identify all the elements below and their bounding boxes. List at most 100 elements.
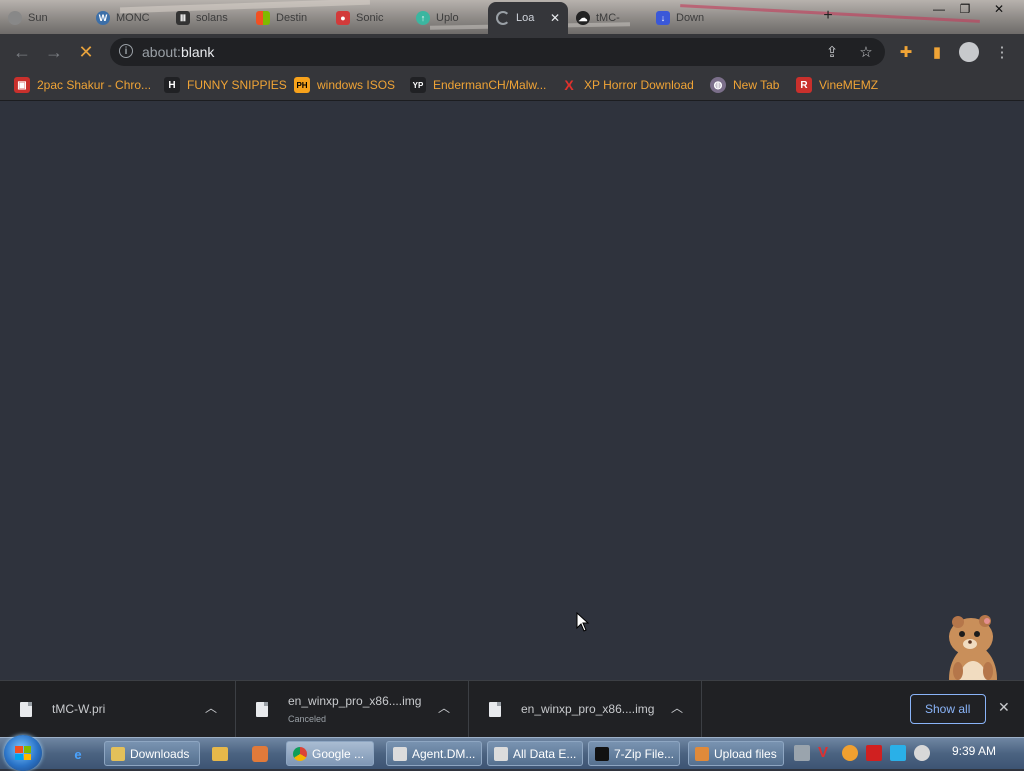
file-icon [20, 701, 32, 717]
chrome-icon [8, 11, 22, 25]
internet-explorer-icon[interactable]: e [68, 744, 88, 764]
info-icon[interactable]: i [119, 44, 133, 58]
tab[interactable]: ↓ Down [648, 4, 728, 32]
taskbar-button-active[interactable]: Google ... [286, 741, 374, 766]
profile-icon[interactable] [959, 42, 979, 62]
yp-icon: YP [410, 77, 426, 93]
download-filename: en_winxp_pro_x86....img [288, 694, 422, 708]
media-player-icon[interactable] [210, 744, 230, 764]
tab[interactable]: ☁ tMC- [568, 4, 648, 32]
bookmark-label: New Tab [733, 78, 780, 92]
tab-title: Sun [28, 12, 48, 24]
microsoft-icon [256, 11, 270, 25]
ph-icon: PH [294, 77, 310, 93]
tab[interactable]: ● Sonic [328, 4, 408, 32]
download-item[interactable]: en_winxp_pro_x86....img Canceled ︿ [236, 681, 469, 737]
bookmark-label: VineMEMZ [819, 78, 879, 92]
url-text[interactable]: about:blank [142, 44, 214, 60]
tab-title: Loa [516, 12, 535, 24]
clock[interactable]: 9:39 AM [952, 744, 996, 758]
tab-active[interactable]: Loa ✕ [488, 2, 568, 34]
taskbar-label: Agent.DM... [412, 746, 476, 761]
search-tray-icon[interactable] [842, 745, 858, 761]
download-filename: tMC-W.pri [52, 702, 106, 716]
upload-icon [695, 746, 709, 761]
chrome-icon [293, 746, 307, 761]
volume-icon[interactable] [914, 745, 930, 761]
network-icon[interactable] [890, 745, 906, 761]
back-button[interactable]: ← [10, 40, 34, 64]
bookmark-item[interactable]: H FUNNY SNIPPIES [164, 76, 287, 94]
download-icon: ↓ [656, 11, 670, 25]
tab[interactable]: W MONC [88, 4, 168, 32]
windows-logo-icon [15, 746, 31, 760]
close-tab-icon[interactable]: ✕ [550, 11, 560, 25]
extensions-icon[interactable]: ✚ [896, 42, 916, 62]
tab[interactable]: ↑ Uplo [408, 4, 488, 32]
bookmarks-bar: ▣ 2pac Shakur - Chro... H FUNNY SNIPPIES… [0, 70, 1024, 101]
maximize-button[interactable]: ❐ [950, 0, 980, 18]
download-status: Canceled [288, 714, 327, 724]
taskbar-button[interactable]: 7-Zip File... [588, 741, 680, 766]
download-item[interactable]: tMC-W.pri ︿ [0, 681, 236, 737]
bookmark-item[interactable]: ▣ 2pac Shakur - Chro... [14, 76, 151, 94]
taskbar-label: Google ... [312, 746, 365, 761]
chevron-up-icon[interactable]: ︿ [205, 699, 217, 716]
taskbar-button[interactable]: Upload files [688, 741, 784, 766]
bank-icon: Ⅲ [176, 11, 190, 25]
bookmark-star-icon[interactable]: ☆ [856, 42, 876, 62]
address-bar[interactable]: i about:blank ⇪ ☆ [110, 38, 885, 66]
flag-icon[interactable] [866, 745, 882, 761]
taskbar-label: 7-Zip File... [614, 746, 675, 761]
r-icon: R [796, 77, 812, 93]
bookmark-label: windows ISOS [317, 78, 396, 92]
tab-title: Uplo [436, 12, 459, 24]
mouse-cursor-icon [576, 612, 590, 632]
cloud-icon: ☁ [576, 11, 590, 25]
chevron-up-icon[interactable]: ︿ [671, 699, 683, 716]
chevron-up-icon[interactable]: ︿ [438, 699, 450, 716]
bookmark-item[interactable]: X XP Horror Download [561, 76, 694, 94]
taskbar-button[interactable]: All Data E... [487, 741, 583, 766]
side-panel-icon[interactable]: ▮ [927, 42, 947, 62]
tab[interactable]: Ⅲ solans [168, 4, 248, 32]
tab-title: tMC- [596, 12, 620, 24]
tab-title: Down [676, 12, 705, 24]
tray-app-icon[interactable] [794, 745, 810, 761]
antivirus-icon[interactable]: V [818, 745, 834, 761]
forward-button[interactable]: → [42, 40, 66, 64]
window-icon [494, 746, 508, 761]
bookmark-item[interactable]: ◍ New Tab [710, 76, 779, 94]
loading-icon [496, 11, 510, 25]
download-filename: en_winxp_pro_x86....img [521, 702, 655, 716]
taskbar-label: Upload files [714, 746, 777, 761]
page-content[interactable] [0, 101, 1024, 680]
taskbar-button[interactable]: Downloads [104, 741, 200, 766]
close-icon[interactable]: ✕ [998, 699, 1010, 716]
game-icon: ● [336, 11, 350, 25]
close-window-button[interactable]: ✕ [984, 0, 1014, 18]
h-icon: H [164, 77, 180, 93]
start-button[interactable] [4, 735, 42, 771]
stop-loading-button[interactable]: ✕ [74, 40, 98, 64]
menu-icon[interactable]: ⋮ [992, 42, 1012, 62]
new-tab-button[interactable]: + [818, 6, 838, 26]
bookmark-item[interactable]: PH windows ISOS [294, 76, 395, 94]
7zip-icon [595, 746, 609, 761]
downloads-shelf: tMC-W.pri ︿ en_winxp_pro_x86....img Canc… [0, 680, 1024, 737]
bookmark-item[interactable]: R VineMEMZ [796, 76, 878, 94]
tab[interactable]: Destin [248, 4, 328, 32]
share-icon[interactable]: ⇪ [822, 42, 842, 62]
bookmark-item[interactable]: YP EndermanCH/Malw... [410, 76, 546, 94]
show-all-button[interactable]: Show all [910, 694, 986, 724]
app-icon[interactable] [250, 744, 270, 764]
taskbar-button[interactable]: Agent.DM... [386, 741, 482, 766]
bookmark-label: FUNNY SNIPPIES [187, 78, 287, 92]
folder-icon [111, 746, 125, 761]
tab[interactable]: Sun [0, 4, 80, 32]
bookmark-label: XP Horror Download [584, 78, 694, 92]
download-item[interactable]: en_winxp_pro_x86....img ︿ [469, 681, 702, 737]
bookmark-label: EndermanCH/Malw... [433, 78, 547, 92]
file-icon [256, 701, 268, 717]
bookmark-label: 2pac Shakur - Chro... [37, 78, 152, 92]
